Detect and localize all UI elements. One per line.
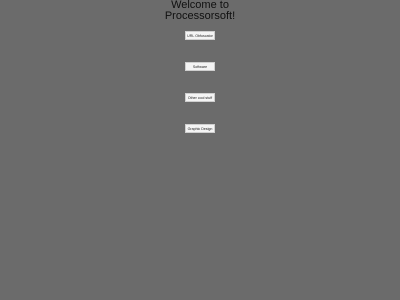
page-title: Welcome to Processorsoft!: [0, 0, 400, 22]
graphic-design-button[interactable]: Graphic Design: [185, 124, 215, 133]
page: Welcome to Processorsoft! URL Obfuscator…: [0, 0, 400, 300]
url-obfuscator-button[interactable]: URL Obfuscator: [185, 31, 215, 40]
other-cool-stuff-button[interactable]: Other cool stuff: [185, 93, 215, 102]
software-button[interactable]: Software: [185, 62, 215, 71]
title-line-2: Processorsoft!: [164, 10, 236, 22]
